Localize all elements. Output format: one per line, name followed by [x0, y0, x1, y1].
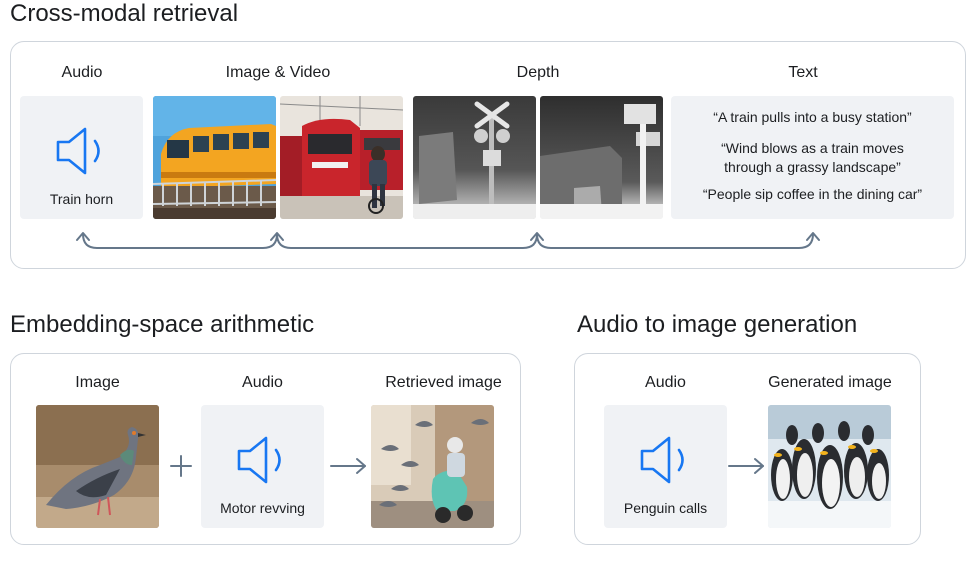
- audio-caption: Penguin calls: [623, 500, 708, 516]
- arrow-right-icon: [330, 458, 366, 474]
- arithmetic-panel: Image Audio Retrieved image Motor revvin…: [10, 353, 521, 545]
- audio-caption: Train horn: [49, 191, 114, 207]
- audio-card-train-horn[interactable]: Train horn: [20, 96, 143, 219]
- cross-modal-panel: Audio Image & Video Depth Text Train hor…: [10, 41, 966, 269]
- image-red-train-station[interactable]: [280, 96, 403, 219]
- text-card[interactable]: “A train pulls into a busy station” “Win…: [671, 96, 954, 219]
- cross-modal-title: Cross-modal retrieval: [10, 0, 239, 27]
- arrow-right-icon: [728, 458, 764, 474]
- arith-retrieved-label: Retrieved image: [385, 374, 502, 391]
- audio-caption: Motor revving: [220, 500, 305, 516]
- speaker-icon: [640, 436, 684, 484]
- image-retrieved-scooter-pigeons[interactable]: [371, 405, 494, 528]
- depth-column-label: Depth: [516, 64, 560, 81]
- image-generated-penguins[interactable]: [768, 405, 891, 528]
- arith-audio-label: Audio: [242, 374, 283, 391]
- depth-map-crossing[interactable]: [413, 96, 536, 219]
- speaker-icon: [237, 436, 281, 484]
- image-pigeon[interactable]: [36, 405, 159, 528]
- arith-image-label: Image: [75, 374, 120, 391]
- text-column-label: Text: [788, 64, 818, 81]
- arithmetic-title: Embedding-space arithmetic: [10, 311, 315, 338]
- generation-panel: Audio Generated image Penguin calls: [574, 353, 921, 545]
- audio-column-label: Audio: [61, 64, 103, 81]
- gen-audio-label: Audio: [645, 374, 686, 391]
- gen-generated-label: Generated image: [768, 374, 892, 391]
- audio-card-motor-revving[interactable]: Motor revving: [201, 405, 324, 528]
- text-quote-2: “Wind blows as a train moves through a g…: [721, 140, 904, 175]
- depth-map-train[interactable]: [540, 96, 663, 219]
- connector-arrows: [76, 232, 820, 249]
- image-yellow-train[interactable]: [153, 96, 276, 219]
- generation-title: Audio to image generation: [577, 311, 858, 338]
- image-video-column-label: Image & Video: [225, 64, 331, 81]
- speaker-icon: [56, 127, 100, 175]
- text-quote-3: “People sip coffee in the dining car”: [702, 186, 923, 202]
- plus-icon: [170, 455, 192, 477]
- text-quote-1: “A train pulls into a busy station”: [713, 109, 912, 125]
- audio-card-penguin-calls[interactable]: Penguin calls: [604, 405, 727, 528]
